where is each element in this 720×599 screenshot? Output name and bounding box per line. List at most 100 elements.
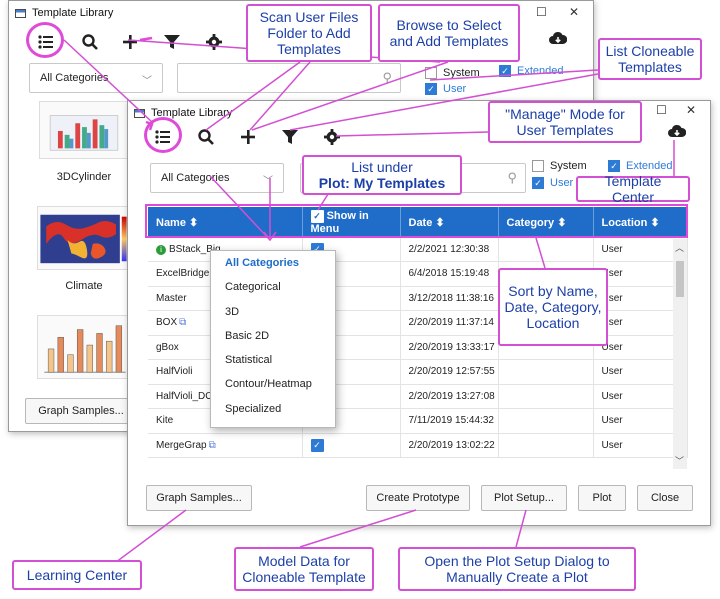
template-date: 2/20/2019 11:37:14 (408, 317, 494, 329)
callout-list-under-my-templates: List under Plot: My Templates (302, 155, 462, 195)
callout-text: List under (351, 159, 413, 175)
template-date: 2/20/2019 13:02:22 (408, 439, 495, 451)
table-header-highlight (145, 204, 688, 238)
back-user-checkbox[interactable]: ✓ User (425, 83, 466, 95)
maximize-icon[interactable]: ☐ (656, 103, 667, 117)
gear-icon[interactable] (321, 126, 343, 148)
template-name: Kite (156, 415, 174, 427)
cell-date: 3/12/2018 11:38:16 (400, 286, 499, 311)
3d-bar-chart-image (49, 115, 119, 151)
extended-checkbox[interactable]: ✓ Extended (608, 160, 672, 172)
scrollbar-thumb[interactable] (676, 261, 684, 297)
close-icon[interactable]: ✕ (686, 103, 696, 117)
template-date: 3/12/2018 11:38:16 (408, 292, 494, 304)
table-scrollbar[interactable]: ︿ ﹀ (673, 239, 687, 469)
template-date: 7/11/2019 15:44:32 (408, 415, 494, 427)
cell-date: 2/20/2019 12:57:55 (400, 359, 499, 385)
template-location: User (601, 390, 623, 402)
cell-category (498, 433, 594, 458)
back-extended-checkbox[interactable]: ✓ Extended (499, 65, 563, 77)
callout-browse-templates: Browse to Select and Add Templates (378, 4, 520, 62)
check-icon: ✓ (608, 160, 620, 172)
climate-map-image (40, 214, 127, 264)
template-name: MergeGrap (156, 439, 207, 451)
plus-icon[interactable] (237, 126, 259, 148)
menu-item[interactable]: 3D (211, 300, 335, 324)
checkbox-box (532, 160, 544, 172)
template-date: 6/4/2018 15:19:48 (408, 268, 490, 280)
create-prototype-button[interactable]: Create Prototype (366, 485, 470, 511)
template-name: BOX (156, 317, 178, 329)
link-icon: ⧉ (179, 317, 187, 329)
close-label: Close (650, 492, 680, 504)
graph-samples-button[interactable]: Graph Samples... (146, 485, 252, 511)
plus-icon[interactable] (119, 31, 141, 53)
check-icon: ✓ (532, 177, 544, 189)
back-system-label: System (443, 67, 480, 79)
template-location: User (601, 439, 623, 451)
back-window-title: Template Library (32, 7, 114, 19)
thumbnail-label: Climate (65, 280, 103, 292)
cell-date: 2/2/2021 12:30:38 (400, 237, 499, 262)
template-name: HalfVioli (156, 366, 193, 378)
plot-label: Plot (592, 492, 612, 504)
scroll-down-icon[interactable]: ﹀ (675, 454, 684, 467)
check-icon: ✓ (499, 65, 511, 77)
back-category-value: All Categories (40, 72, 109, 84)
back-system-checkbox[interactable]: System (425, 67, 480, 79)
plot-setup-button[interactable]: Plot Setup... (481, 485, 567, 511)
search-icon[interactable] (79, 31, 101, 53)
stacked-bar-chart-image (44, 325, 126, 373)
template-location: User (601, 243, 623, 255)
plot-button[interactable]: Plot (578, 485, 626, 511)
back-graph-samples-label: Graph Samples... (38, 405, 124, 417)
close-button[interactable]: Close (637, 485, 693, 511)
extended-label: Extended (626, 160, 673, 172)
menu-item[interactable]: Specialized (211, 397, 335, 421)
check-icon[interactable]: ✓ (310, 438, 324, 452)
filter-icon[interactable] (161, 31, 183, 53)
table-row[interactable]: MergeGrap ⧉ ✓ 2/20/2019 13:02:22 User (148, 433, 688, 458)
back-category-dropdown[interactable]: All Categories ﹀ (29, 63, 163, 93)
chevron-down-icon: ﹀ (263, 176, 273, 187)
menu-item[interactable]: All Categories (211, 251, 335, 275)
menu-item[interactable]: Contour/Heatmap (211, 372, 335, 396)
gear-icon[interactable] (203, 31, 225, 53)
create-prototype-label: Create Prototype (376, 492, 460, 504)
category-value: All Categories (161, 172, 230, 184)
chevron-down-icon: ﹀ (142, 76, 152, 87)
list-icon-highlight (144, 117, 182, 153)
menu-item[interactable]: Basic 2D (211, 324, 335, 348)
cloud-download-icon[interactable] (547, 28, 569, 50)
thumbnail-climate[interactable] (37, 206, 131, 270)
callout-manage-mode: "Manage" Mode for User Templates (488, 101, 642, 143)
close-icon[interactable]: ✕ (569, 5, 579, 19)
system-checkbox[interactable]: System (532, 160, 587, 172)
user-checkbox[interactable]: ✓ User (532, 177, 573, 189)
back-graph-samples-button[interactable]: Graph Samples... (25, 398, 137, 424)
thumbnail-stacked-bars[interactable] (37, 315, 131, 379)
app-icon (134, 108, 145, 118)
check-icon: ✓ (425, 83, 437, 95)
template-date: 2/20/2019 13:33:17 (408, 341, 495, 353)
thumbnail-3dcylinder[interactable] (39, 101, 129, 159)
scroll-up-icon[interactable]: ︿ (675, 241, 684, 254)
info-icon: i (156, 244, 166, 255)
cloud-download-icon[interactable] (666, 121, 688, 143)
category-dropdown[interactable]: All Categories ﹀ (150, 163, 284, 193)
callout-template-center: Template Center (576, 173, 690, 205)
menu-item[interactable]: Statistical (211, 348, 335, 372)
callout-text: Sort by Name, Date, Category, Location (504, 283, 602, 331)
menu-item[interactable]: Categorical (211, 275, 335, 299)
search-icon[interactable] (195, 126, 217, 148)
filter-icon[interactable] (279, 126, 301, 148)
back-user-label: User (443, 83, 467, 95)
search-icon: ⚲ (507, 170, 517, 185)
cell-date: 7/11/2019 15:44:32 (400, 408, 499, 434)
callout-text: Learning Center (26, 567, 128, 583)
maximize-icon[interactable]: ☐ (536, 5, 547, 19)
callout-text-bold: Plot: My Templates (318, 175, 446, 191)
back-search-input[interactable]: ⚲ (177, 63, 401, 93)
user-label: User (550, 177, 574, 189)
cell-show-in-menu[interactable]: ✓ (302, 433, 401, 458)
